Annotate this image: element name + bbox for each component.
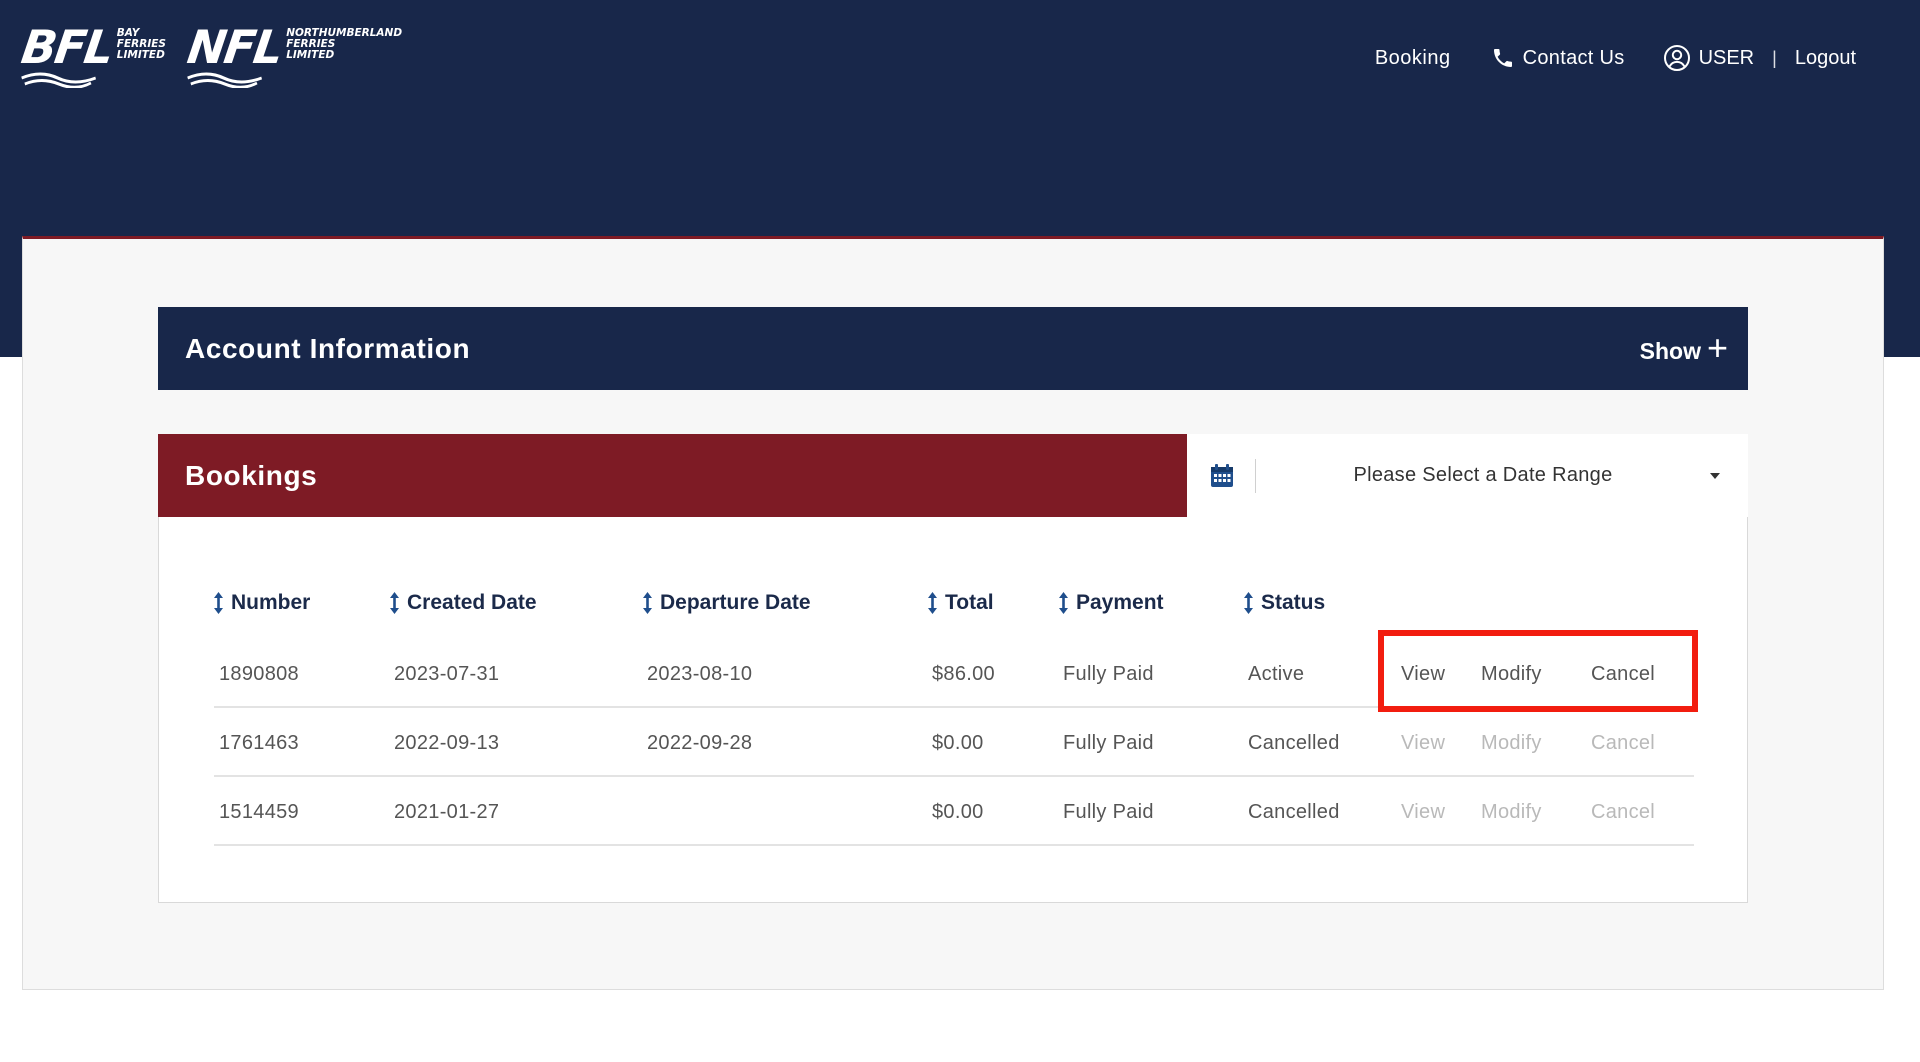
date-range-select[interactable]: Please Select a Date Range [1187, 434, 1748, 517]
bfl-logo[interactable]: BFL Bay Ferries Limited [18, 20, 166, 88]
wave-icon [21, 72, 97, 88]
cell-total: $0.00 [932, 801, 984, 823]
bfl-logo-subtext: Bay Ferries Limited [116, 27, 166, 61]
cell-status: Cancelled [1248, 801, 1340, 823]
cell-number: 1514459 [219, 801, 299, 823]
sort-icon [390, 592, 399, 614]
nav-separator: | [1772, 47, 1777, 68]
nfl-logo[interactable]: NFL Northumberland Ferries Limited [184, 20, 403, 88]
account-information-title: Account Information [185, 332, 471, 364]
cell-total: $86.00 [932, 663, 995, 685]
nav-contact-label: Contact Us [1522, 46, 1625, 69]
modify-button: Modify [1481, 801, 1542, 823]
column-header-number[interactable]: Number [214, 591, 310, 615]
sort-icon [643, 592, 652, 614]
wave-icon [187, 72, 262, 88]
cell-number: 1890808 [219, 663, 299, 685]
user-circle-icon [1663, 45, 1690, 71]
cell-status: Cancelled [1248, 732, 1340, 754]
view-button: View [1401, 732, 1446, 754]
cell-departure-date: 2023-08-10 [647, 663, 753, 685]
date-range-placeholder: Please Select a Date Range [1353, 464, 1613, 486]
column-header-payment[interactable]: Payment [1059, 591, 1164, 615]
cancel-button: Cancel [1591, 732, 1656, 754]
logos: BFL Bay Ferries Limited NFL Northumberla… [18, 20, 403, 88]
modify-button: Modify [1481, 732, 1542, 754]
cell-total: $0.00 [932, 732, 984, 754]
nfl-logo-subtext: Northumberland Ferries Limited [286, 27, 403, 61]
cell-payment: Fully Paid [1063, 732, 1154, 754]
cell-created-date: 2021-01-27 [394, 801, 500, 823]
bfl-logo-mark: BFL [18, 20, 116, 88]
phone-icon [1493, 49, 1512, 67]
cell-created-date: 2023-07-31 [394, 663, 500, 685]
nfl-logo-mark: NFL [184, 20, 285, 88]
cancel-button: Cancel [1591, 801, 1656, 823]
column-header-created-date[interactable]: Created Date [390, 591, 537, 615]
calendar-icon [1211, 463, 1233, 487]
bookings-bar: Bookings [158, 434, 1187, 517]
nav-user: USER | Logout [1663, 44, 1856, 72]
cell-departure-date: 2022-09-28 [647, 732, 753, 754]
account-information-bar[interactable]: Account Information Show + [158, 307, 1748, 390]
sort-icon [928, 592, 937, 614]
cell-status: Active [1248, 663, 1305, 685]
account-show-label: Show [1639, 338, 1701, 364]
column-header-total[interactable]: Total [928, 591, 994, 615]
cell-payment: Fully Paid [1063, 663, 1154, 685]
view-button: View [1401, 801, 1446, 823]
sort-icon [1244, 592, 1253, 614]
nav-booking-link[interactable]: Booking [1375, 47, 1451, 70]
table-header: Number Created Date Departure Date Total… [214, 591, 1694, 631]
cell-payment: Fully Paid [1063, 801, 1154, 823]
account-show-toggle[interactable]: Show + [1639, 329, 1728, 366]
table-row: 1761463 2022-09-13 2022-09-28 $0.00 Full… [214, 709, 1694, 777]
actions-highlight-box [1378, 630, 1698, 712]
sort-icon [214, 592, 223, 614]
table-row: 1514459 2021-01-27 $0.00 Fully Paid Canc… [214, 778, 1694, 846]
cell-created-date: 2022-09-13 [394, 732, 500, 754]
bookings-title: Bookings [185, 459, 318, 491]
column-header-departure-date[interactable]: Departure Date [643, 591, 811, 615]
caret-down-icon [1710, 472, 1720, 479]
plus-icon: + [1706, 326, 1728, 368]
top-nav: Booking Contact Us USER | Logout [1375, 44, 1856, 72]
sort-icon [1059, 592, 1068, 614]
column-header-status[interactable]: Status [1244, 591, 1325, 615]
cell-number: 1761463 [219, 732, 299, 754]
nav-logout-link[interactable]: Logout [1795, 47, 1856, 70]
nav-user-label[interactable]: USER [1699, 47, 1755, 70]
nav-contact-link[interactable]: Contact Us [1491, 46, 1625, 70]
